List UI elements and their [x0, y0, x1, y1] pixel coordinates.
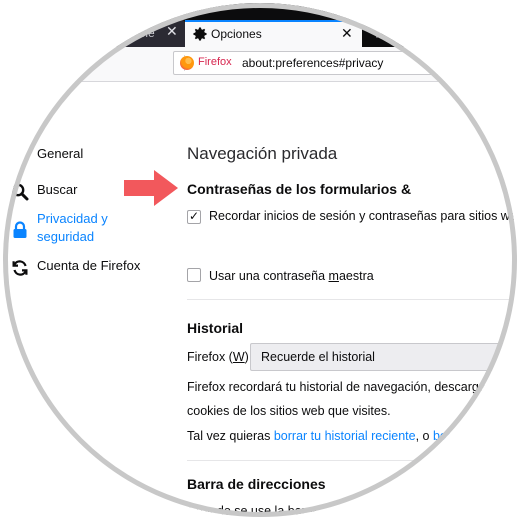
- nav-bar: Firefox about:preferences#privacy: [0, 47, 520, 82]
- tab-opciones[interactable]: Opciones ✕: [185, 20, 362, 48]
- pointer-arrow-icon: [124, 170, 178, 206]
- checkmark-icon: ✓: [189, 209, 200, 223]
- section-divider: [187, 299, 520, 300]
- page-heading: Navegación privada: [187, 144, 338, 163]
- preferences-content: General Buscar Privacidad y seguridad Cu…: [0, 82, 520, 520]
- sidebar-item-label: Privacidad y seguridad: [37, 210, 108, 246]
- new-tab-button[interactable]: +: [366, 20, 388, 46]
- lock-icon: [13, 221, 27, 238]
- master-password-label-pre: Usar una contraseña: [209, 269, 329, 283]
- firefox-logo-icon: [180, 56, 194, 70]
- sidebar-item-label-line1: Privacidad y: [37, 211, 108, 226]
- address-bar-description: Cuando se use la barra: [187, 504, 317, 518]
- master-password-label[interactable]: Usar una contraseña maestra: [209, 269, 374, 283]
- remember-logins-label[interactable]: Recordar inicios de sesión y contraseñas…: [209, 209, 520, 223]
- tab-active-label: Opciones: [211, 27, 262, 41]
- section-divider: [187, 460, 520, 461]
- history-mode-label-pre: Firefox (: [187, 350, 233, 364]
- clear-cookies-link[interactable]: borra: [433, 429, 462, 443]
- history-description-line2: cookies de los sitios web que visites.: [187, 404, 391, 418]
- url-bar[interactable]: Firefox about:preferences#privacy: [173, 51, 520, 75]
- history-clear-line: Tal vez quieras borrar tu historial reci…: [187, 429, 462, 443]
- master-password-accesskey: m: [328, 269, 339, 283]
- master-password-checkbox[interactable]: [187, 268, 201, 282]
- gear-icon: [193, 27, 207, 41]
- search-icon: [11, 183, 29, 201]
- history-description-line1: Firefox recordará tu historial de navega…: [187, 380, 503, 394]
- history-mode-select[interactable]: Recuerde el historial: [250, 343, 520, 371]
- remember-logins-checkbox[interactable]: ✓: [187, 209, 201, 224]
- url-text[interactable]: about:preferences#privacy: [242, 56, 383, 70]
- address-bar-section-title: Barra de direcciones: [187, 476, 326, 492]
- sidebar-item-label: Cuenta de Firefox: [37, 258, 141, 273]
- master-password-label-post: aestra: [338, 269, 374, 283]
- history-mode-value: Recuerde el historial: [261, 350, 375, 364]
- tab-strip: oble ✕ Opciones ✕ +: [0, 0, 520, 48]
- sidebar-item-label: Buscar: [37, 182, 78, 197]
- history-clear-mid: , o: [415, 429, 433, 443]
- clear-recent-history-link[interactable]: borrar tu historial reciente: [274, 429, 416, 443]
- sidebar-item-label: General: [37, 146, 84, 161]
- identity-box[interactable]: Firefox: [178, 55, 232, 71]
- tab-close-icon[interactable]: ✕: [341, 25, 353, 42]
- identity-label: Firefox: [198, 56, 232, 68]
- history-clear-pre: Tal vez quieras: [187, 429, 274, 443]
- passwords-section-title: Contraseñas de los formularios &: [187, 181, 412, 197]
- sidebar-item-label-line2: seguridad: [37, 229, 95, 244]
- history-section-title: Historial: [187, 320, 244, 336]
- sync-icon: [12, 260, 28, 276]
- tab-previous-close-icon[interactable]: ✕: [166, 23, 178, 40]
- tab-previous-label: oble: [132, 26, 155, 40]
- history-mode-label: Firefox (W): [187, 350, 249, 364]
- browser-window: oble ✕ Opciones ✕ + Firefox about:prefer…: [0, 0, 520, 520]
- history-mode-label-post: ): [244, 350, 249, 364]
- tab-previous[interactable]: oble ✕: [122, 20, 185, 47]
- history-mode-accesskey: W: [232, 350, 245, 364]
